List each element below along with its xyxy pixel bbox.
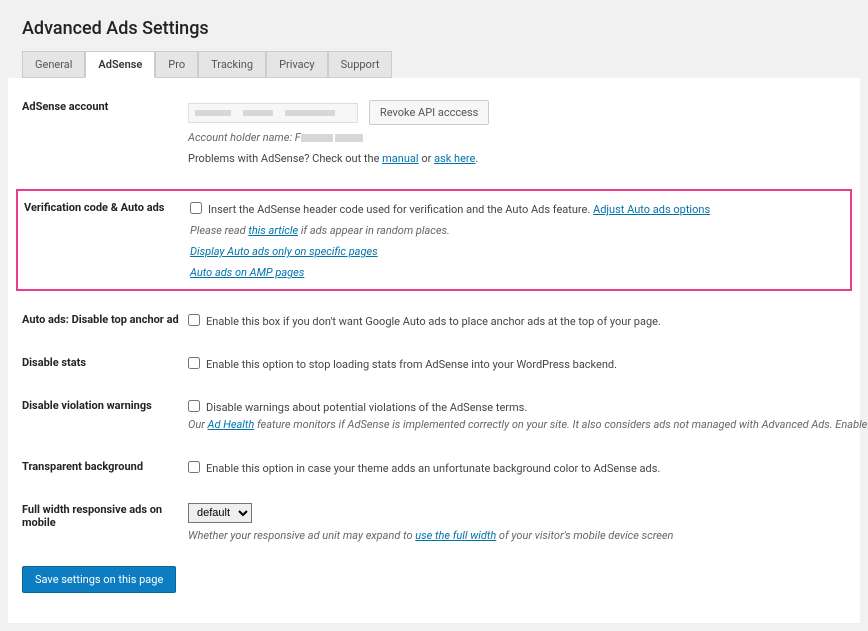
label-disable-anchor: Auto ads: Disable top anchor ad <box>22 313 188 326</box>
tab-privacy[interactable]: Privacy <box>266 51 328 78</box>
manual-link[interactable]: manual <box>382 152 418 165</box>
ask-here-link[interactable]: ask here <box>434 152 475 165</box>
row-disable-stats: Disable stats Enable this option to stop… <box>8 352 860 395</box>
transparent-bg-text: Enable this option in case your theme ad… <box>206 460 660 477</box>
account-holder-prefix: Account holder name: F <box>188 131 301 144</box>
verification-note-suffix: if ads appear in random places. <box>298 224 450 237</box>
disable-violation-note: Our Ad Health feature monitors if AdSens… <box>188 416 868 433</box>
verification-checkbox[interactable] <box>190 202 202 214</box>
adjust-auto-ads-link[interactable]: Adjust Auto ads options <box>593 201 710 218</box>
disable-stats-text: Enable this option to stop loading stats… <box>206 356 617 373</box>
or-text: or <box>419 152 434 165</box>
period-text: . <box>475 152 478 165</box>
settings-tabs: General AdSense Pro Tracking Privacy Sup… <box>8 51 860 78</box>
row-verification-auto-ads: Verification code & Auto ads Insert the … <box>16 189 852 291</box>
settings-content: AdSense account Revoke API acccess Accou… <box>8 78 860 623</box>
label-disable-stats: Disable stats <box>22 356 188 369</box>
violation-note-prefix: Our <box>188 418 208 431</box>
account-holder-line: Account holder name: F <box>188 129 846 146</box>
tab-tracking[interactable]: Tracking <box>198 51 266 78</box>
label-adsense-account: AdSense account <box>22 100 188 113</box>
row-disable-violation: Disable violation warnings Disable warni… <box>8 395 860 455</box>
label-transparent-bg: Transparent background <box>22 460 188 473</box>
row-disable-anchor: Auto ads: Disable top anchor ad Enable t… <box>8 309 860 352</box>
adsense-account-id-redacted <box>188 103 358 123</box>
problems-prefix: Problems with AdSense? Check out the <box>188 152 382 165</box>
violation-note-suffix: feature monitors if AdSense is implement… <box>254 418 868 431</box>
full-width-note: Whether your responsive ad unit may expa… <box>188 527 846 544</box>
use-full-width-link[interactable]: use the full width <box>415 529 496 542</box>
problems-line: Problems with AdSense? Check out the man… <box>188 150 846 167</box>
label-full-width: Full width responsive ads on mobile <box>22 503 188 529</box>
disable-stats-checkbox[interactable] <box>188 357 200 369</box>
full-width-note-prefix: Whether your responsive ad unit may expa… <box>188 529 415 542</box>
full-width-note-suffix: of your visitor's mobile device screen <box>496 529 673 542</box>
this-article-link[interactable]: this article <box>248 224 298 237</box>
transparent-bg-checkbox[interactable] <box>188 461 200 473</box>
save-settings-button[interactable]: Save settings on this page <box>22 566 176 593</box>
verification-note: Please read this article if ads appear i… <box>190 222 844 239</box>
verification-text: Insert the AdSense header code used for … <box>208 201 590 218</box>
label-disable-violation: Disable violation warnings <box>22 399 188 412</box>
row-full-width: Full width responsive ads on mobile defa… <box>8 499 860 566</box>
row-adsense-account: AdSense account Revoke API acccess Accou… <box>8 96 860 189</box>
full-width-select[interactable]: default <box>188 503 252 523</box>
row-transparent-bg: Transparent background Enable this optio… <box>8 456 860 499</box>
display-specific-pages-link[interactable]: Display Auto ads only on specific pages <box>190 245 378 258</box>
redact-1 <box>301 134 333 142</box>
tab-support[interactable]: Support <box>328 51 393 78</box>
disable-anchor-checkbox[interactable] <box>188 314 200 326</box>
page-title: Advanced Ads Settings <box>8 8 860 51</box>
tab-general[interactable]: General <box>22 51 85 78</box>
auto-ads-amp-link[interactable]: Auto ads on AMP pages <box>190 266 304 279</box>
tab-adsense[interactable]: AdSense <box>85 51 155 78</box>
disable-anchor-text: Enable this box if you don't want Google… <box>206 313 661 330</box>
redact-2 <box>335 134 363 142</box>
disable-violation-text: Disable warnings about potential violati… <box>206 399 527 416</box>
label-verification: Verification code & Auto ads <box>24 201 190 214</box>
verification-note-prefix: Please read <box>190 224 248 237</box>
disable-violation-checkbox[interactable] <box>188 400 200 412</box>
ad-health-link[interactable]: Ad Health <box>208 418 255 431</box>
tab-pro[interactable]: Pro <box>155 51 198 78</box>
revoke-api-button[interactable]: Revoke API acccess <box>369 100 489 125</box>
